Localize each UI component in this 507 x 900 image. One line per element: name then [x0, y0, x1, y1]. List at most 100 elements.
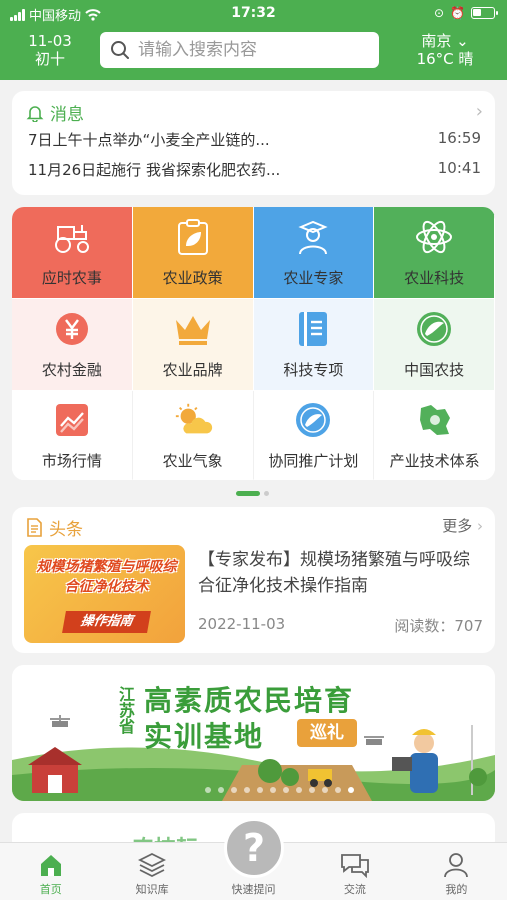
- banner-page-indicator: [205, 787, 354, 793]
- date-display: 11-03 初十: [20, 32, 80, 68]
- tab-label: 我的: [445, 883, 468, 896]
- banner-headline-1: 高素质农民培育: [144, 684, 355, 717]
- page-dot: [322, 787, 328, 793]
- tab-community[interactable]: 交流: [304, 843, 405, 900]
- grid-item-label: 应时农事: [41, 269, 102, 287]
- thumbnail-text: 规模场猪繁殖与呼吸综合征净化技术: [36, 559, 177, 595]
- tab-knowledge-base[interactable]: 知识库: [101, 843, 202, 900]
- grid-item-label: 协同推广计划: [268, 451, 359, 470]
- message-time: 10:41: [437, 159, 481, 177]
- page-dot: [283, 787, 289, 793]
- article-title-link[interactable]: 【专家发布】规模场猪繁殖与呼吸综合征净化技术操作指南: [198, 547, 484, 599]
- quick-question-button[interactable]: ?: [224, 818, 284, 878]
- message-item[interactable]: 11月26日起施行 我省探索化肥农药... 10:41: [28, 159, 481, 180]
- grid-item-agri-expert[interactable]: 农业专家: [253, 207, 375, 299]
- page-dot: [218, 787, 224, 793]
- book-icon: [293, 309, 333, 349]
- article-date: 2022-11-03: [198, 615, 286, 633]
- page-dot: [257, 787, 263, 793]
- grid-item-agri-policy[interactable]: 农业政策: [132, 207, 254, 299]
- status-bar: 中国移动 17:32 ⊙ ⏰: [0, 0, 507, 28]
- grid-item-label: 农业政策: [162, 269, 223, 287]
- grid-item-rural-finance[interactable]: 农村金融: [12, 299, 133, 391]
- more-link[interactable]: 更多 ›: [442, 515, 483, 536]
- lunar-date-label: 初十: [34, 50, 65, 68]
- top-header: 中国移动 17:32 ⊙ ⏰ 11-03 初十 南京 ⌄ 16°C 晴: [0, 0, 507, 80]
- trend-chart-icon: [52, 400, 92, 440]
- tab-label: 快速提问: [231, 883, 276, 896]
- grid-item-agri-weather[interactable]: 农业气象: [132, 391, 254, 480]
- message-header: 消息: [26, 100, 84, 125]
- search-input[interactable]: [138, 40, 358, 60]
- chat-icon: [341, 854, 369, 878]
- tab-home[interactable]: 首页: [0, 843, 101, 900]
- message-time: 16:59: [437, 129, 481, 147]
- chevron-right-icon[interactable]: ›: [476, 101, 483, 122]
- tab-label: 知识库: [135, 883, 169, 896]
- grid-item-label: 产业技术体系: [389, 451, 480, 470]
- atom-icon: [414, 217, 454, 257]
- page-dot: [335, 787, 341, 793]
- bell-icon: [26, 105, 44, 122]
- grid-item-label: 农业气象: [162, 451, 223, 470]
- chevron-down-icon: ⌄: [456, 32, 469, 50]
- city-label: 南京: [421, 32, 452, 50]
- promotion-badge-icon: [293, 400, 333, 440]
- tractor-icon: [52, 217, 92, 257]
- search-icon: [111, 41, 129, 59]
- grid-item-label: 市场行情: [41, 451, 102, 470]
- document-icon: [27, 518, 42, 537]
- crown-icon: [173, 309, 213, 349]
- grid-item-seasonal-farming[interactable]: 应时农事: [12, 207, 133, 299]
- feature-grid: 应时农事 农业政策 农业专家 农业科技 农村金融 农业品牌 科技专项 中国农技 …: [12, 207, 495, 480]
- tab-label: 首页: [39, 883, 62, 896]
- city-selector[interactable]: 南京 ⌄: [405, 32, 485, 50]
- home-icon: [40, 855, 61, 876]
- weather-label: 16°C 晴: [416, 50, 474, 68]
- page-dot: [231, 787, 237, 793]
- grid-item-market-trends[interactable]: 市场行情: [12, 391, 133, 480]
- grid-item-label: 农业专家: [283, 269, 344, 287]
- page-dot: [296, 787, 302, 793]
- grid-item-label: 科技专项: [283, 361, 344, 379]
- more-label: 更多: [442, 517, 473, 535]
- grid-item-label: 中国农技: [404, 361, 465, 379]
- rotation-lock-icon: ⊙: [433, 6, 445, 20]
- grid-item-tech-special[interactable]: 科技专项: [253, 299, 375, 391]
- message-item[interactable]: 7日上午十点举办“小麦全产业链的... 16:59: [28, 129, 481, 150]
- alarm-icon: ⏰: [450, 6, 465, 20]
- page-dot: [205, 787, 211, 793]
- message-text: 11月26日起施行 我省探索化肥农药...: [28, 161, 281, 179]
- weather-location-button[interactable]: 南京 ⌄ 16°C 晴: [405, 32, 485, 68]
- leaf-document-icon: [173, 217, 213, 257]
- page-dot: [244, 787, 250, 793]
- grid-item-label: 农村金融: [41, 361, 102, 379]
- china-agritech-logo-icon: [414, 309, 454, 349]
- grid-item-industry-tech-system[interactable]: 产业技术体系: [374, 391, 495, 480]
- search-bar[interactable]: [100, 32, 379, 68]
- page-dot: [309, 787, 315, 793]
- grid-item-label: 农业品牌: [162, 361, 223, 379]
- grid-item-label: 农业科技: [404, 269, 465, 287]
- message-card[interactable]: 消息 › 7日上午十点举办“小麦全产业链的... 16:59 11月26日起施行…: [12, 91, 495, 195]
- tab-label: 交流: [343, 883, 366, 896]
- message-title: 消息: [50, 105, 84, 125]
- grid-item-agri-tech[interactable]: 农业科技: [374, 207, 495, 299]
- battery-icon: [471, 7, 498, 19]
- grid-item-collab-promotion[interactable]: 协同推广计划: [253, 391, 375, 480]
- banner-carousel[interactable]: 江苏省 高素质农民培育 实训基地 巡礼: [12, 665, 495, 801]
- page-dot-active: [348, 787, 354, 793]
- jiangsu-map-icon: [415, 400, 455, 440]
- tab-profile[interactable]: 我的: [406, 843, 507, 900]
- user-icon: [444, 853, 469, 878]
- grid-item-agri-brand[interactable]: 农业品牌: [132, 299, 254, 391]
- article-read-count: 阅读数：707: [394, 617, 483, 635]
- page-dot: [270, 787, 276, 793]
- banner-headline-2: 实训基地: [144, 720, 265, 753]
- status-time: 17:32: [231, 5, 276, 21]
- article-thumbnail[interactable]: 规模场猪繁殖与呼吸综合征净化技术 操作指南: [24, 545, 185, 643]
- grid-item-china-agritech[interactable]: 中国农技: [374, 299, 495, 391]
- question-icon: ?: [242, 826, 266, 870]
- headline-title: 头条: [49, 520, 83, 540]
- chevron-right-icon: ›: [477, 517, 483, 535]
